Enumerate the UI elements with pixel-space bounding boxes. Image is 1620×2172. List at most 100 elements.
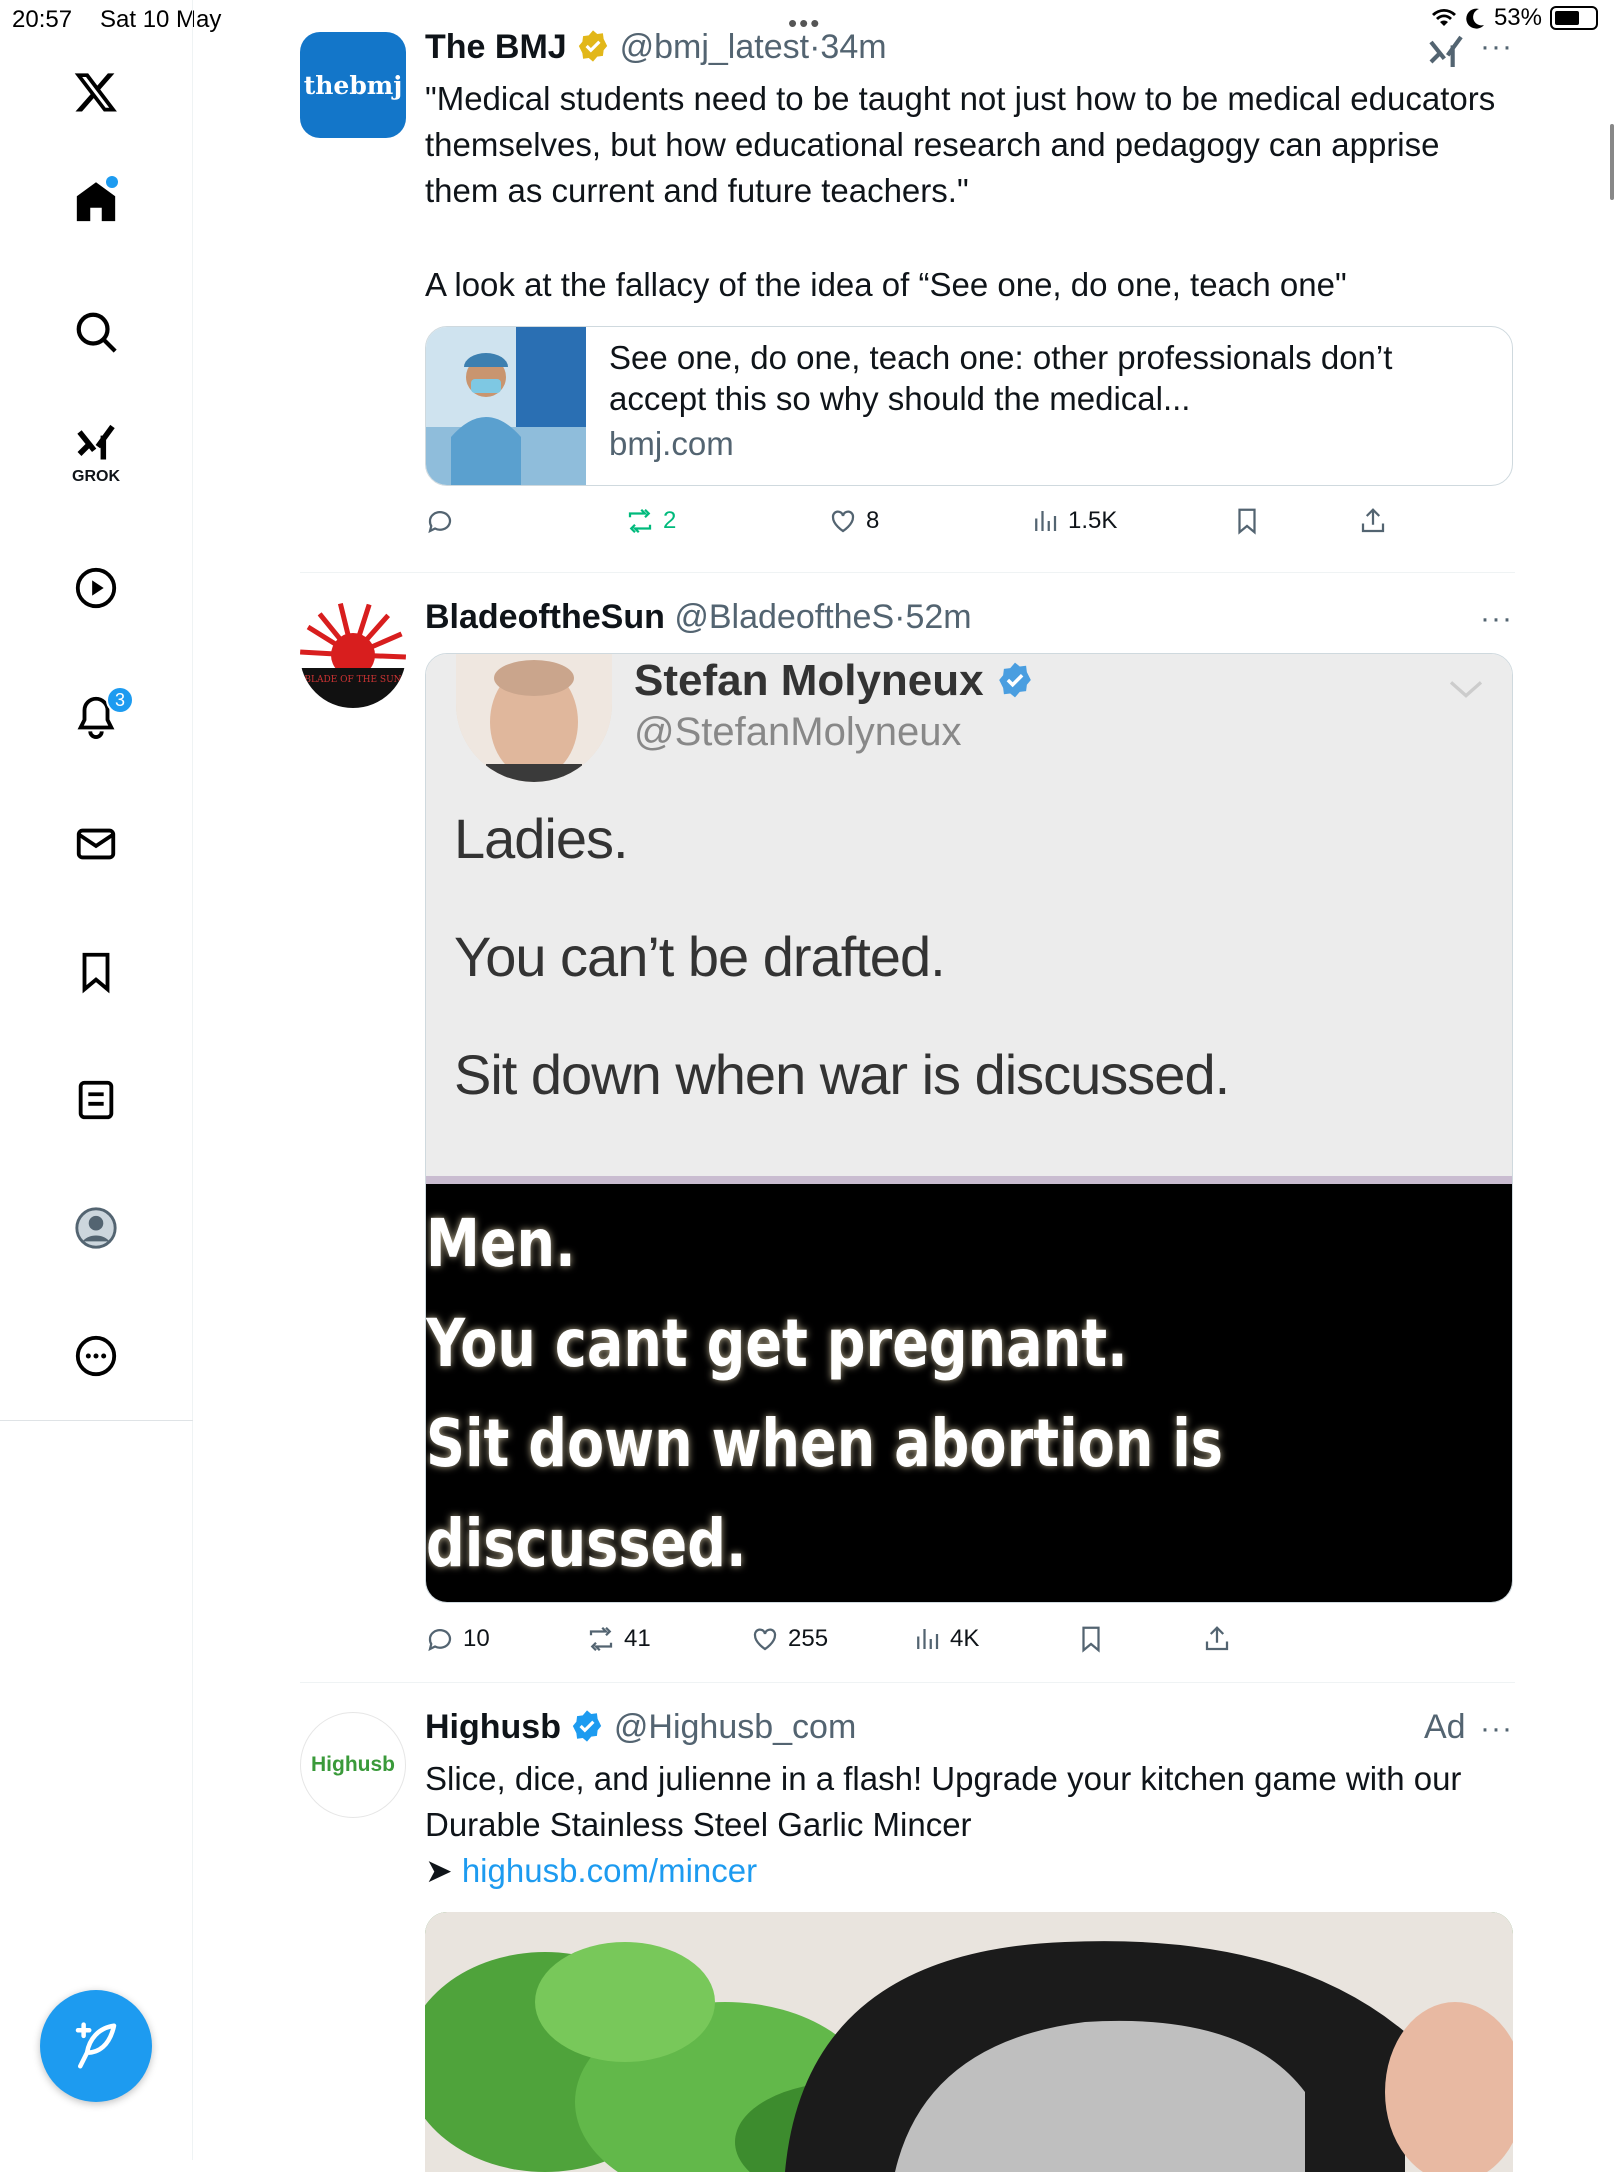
views-button[interactable]: 1.5K xyxy=(1030,506,1117,536)
bookmark-button[interactable] xyxy=(1076,1624,1106,1654)
compose-feather-icon xyxy=(75,2022,117,2069)
repost-count: 2 xyxy=(663,507,677,534)
home-icon[interactable] xyxy=(56,162,136,242)
post-more-icon[interactable]: ··· xyxy=(1480,602,1513,636)
post-header: Highusb @Highusb_com xyxy=(425,1708,856,1747)
meme-line: Men. xyxy=(426,1205,576,1282)
notifications-badge: 3 xyxy=(106,686,134,714)
search-icon[interactable] xyxy=(56,292,136,372)
bmj-avatar-text: thebmj xyxy=(303,70,403,100)
home-new-dot xyxy=(106,176,118,188)
post-header: BladeoftheSun @BladeoftheS·52m xyxy=(425,598,972,637)
like-count: 255 xyxy=(788,1625,829,1652)
video-icon[interactable] xyxy=(56,548,136,628)
post-text: "Medical students need to be taught not … xyxy=(425,80,1496,209)
author-handle[interactable]: @bmj_latest xyxy=(620,28,809,66)
status-right: 53% xyxy=(1430,4,1598,32)
grok-icon[interactable]: GROK xyxy=(56,410,136,490)
highusb-avatar[interactable]: Highusb xyxy=(300,1712,406,1818)
post-time[interactable]: 52m xyxy=(905,598,971,636)
compose-post-button[interactable] xyxy=(40,1990,152,2102)
author-name[interactable]: The BMJ xyxy=(425,28,567,66)
views-chart-icon xyxy=(1035,511,1057,531)
bookmarks-icon[interactable] xyxy=(56,932,136,1012)
share-icon xyxy=(1361,508,1385,533)
reply-button[interactable] xyxy=(425,506,455,536)
sidebar-divider xyxy=(0,1420,193,1421)
heart-icon xyxy=(753,1628,777,1651)
embedded-line: Sit down when war is discussed. xyxy=(454,1043,1230,1106)
author-handle[interactable]: @BladeoftheS xyxy=(674,598,894,636)
post-header: The BMJ @bmj_latest·34m xyxy=(425,28,887,67)
battery-icon xyxy=(1550,6,1598,30)
post-link-line: ➤ highusb.com/mincer xyxy=(425,1848,1505,1894)
repost-count: 41 xyxy=(624,1625,651,1652)
reply-count: 10 xyxy=(463,1625,490,1652)
highusb-avatar-text: Highusb xyxy=(311,1753,395,1776)
profile-avatar-icon[interactable] xyxy=(56,1188,136,1268)
repost-button[interactable]: 41 xyxy=(586,1624,651,1654)
grok-explain-icon[interactable] xyxy=(1426,32,1466,72)
battery-percent: 53% xyxy=(1493,4,1542,31)
views-count: 4K xyxy=(950,1625,980,1652)
verified-icon xyxy=(999,662,1031,698)
embedded-line: You can’t be drafted. xyxy=(454,925,946,988)
author-name[interactable]: BladeoftheSun xyxy=(425,598,665,636)
repost-icon xyxy=(589,1626,613,1652)
like-button[interactable]: 255 xyxy=(750,1624,828,1654)
ad-link[interactable]: highusb.com/mincer xyxy=(462,1852,757,1889)
ad-video[interactable] xyxy=(425,1912,1513,2172)
reply-icon xyxy=(428,1629,452,1652)
notifications-bell-icon[interactable]: 3 xyxy=(56,676,136,756)
embedded-handle: @StefanMolyneux xyxy=(634,710,962,754)
post-more-icon[interactable]: ··· xyxy=(1480,30,1513,64)
post-text: Slice, dice, and julienne in a flash! Up… xyxy=(425,1760,1462,1843)
share-button[interactable] xyxy=(1202,1624,1232,1654)
post-divider xyxy=(300,1682,1515,1683)
views-button[interactable]: 4K xyxy=(912,1624,979,1654)
repost-button[interactable]: 2 xyxy=(625,506,676,536)
embedded-name-text: Stefan Molyneux xyxy=(634,656,984,705)
views-count: 1.5K xyxy=(1068,507,1118,534)
wifi-icon xyxy=(1431,9,1456,26)
arrow-glyph: ➤ xyxy=(425,1852,453,1889)
post-time[interactable]: 34m xyxy=(820,28,886,66)
reply-button[interactable]: 10 xyxy=(425,1624,490,1654)
meme-line: Sit down when abortion is xyxy=(426,1405,1224,1482)
bookmark-button[interactable] xyxy=(1232,506,1262,536)
meme-line: discussed. xyxy=(426,1505,747,1582)
embedded-avatar xyxy=(456,654,612,782)
gold-verified-icon xyxy=(578,30,608,62)
repost-icon xyxy=(628,508,652,534)
bmj-avatar[interactable]: thebmj xyxy=(300,32,406,138)
card-thumbnail xyxy=(426,327,586,485)
card-title: See one, do one, teach one: other profes… xyxy=(609,339,1393,417)
post-more-icon[interactable]: ··· xyxy=(1480,1712,1513,1746)
share-icon xyxy=(1205,1626,1229,1651)
sidebar-nav: GROK 3 xyxy=(0,0,193,2160)
image-top-panel: Stefan Molyneux @StefanMolyneux Ladies. … xyxy=(426,654,1512,1184)
moon-icon xyxy=(1466,8,1484,29)
author-name[interactable]: Highusb xyxy=(425,1708,561,1746)
verified-icon xyxy=(573,1710,602,1742)
scrollbar-thumb[interactable] xyxy=(1610,124,1614,200)
reply-icon xyxy=(428,511,452,534)
separator-dot: · xyxy=(809,28,821,66)
embedded-name: Stefan Molyneux xyxy=(634,656,1034,706)
image-bottom-panel: Men. You cant get pregnant. Sit down whe… xyxy=(426,1184,1512,1602)
x-logo-icon[interactable] xyxy=(56,52,136,132)
bookmark-icon xyxy=(1238,508,1256,535)
post-image[interactable]: Stefan Molyneux @StefanMolyneux Ladies. … xyxy=(425,653,1513,1603)
bladeofthesun-avatar[interactable]: BLADE OF THE SUN xyxy=(300,602,406,708)
share-button[interactable] xyxy=(1358,506,1388,536)
more-options-icon[interactable] xyxy=(56,1316,136,1396)
ad-video-frame xyxy=(425,1912,1513,2172)
post-text-second: A look at the fallacy of the idea of “Se… xyxy=(425,266,1347,303)
lists-icon[interactable] xyxy=(56,1060,136,1140)
messages-icon[interactable] xyxy=(56,804,136,884)
author-handle[interactable]: @Highusb_com xyxy=(614,1708,856,1746)
like-button[interactable]: 8 xyxy=(828,506,879,536)
avatar-text: BLADE OF THE SUN xyxy=(304,675,401,685)
link-card[interactable]: See one, do one, teach one: other profes… xyxy=(425,326,1513,486)
heart-icon xyxy=(831,510,855,533)
